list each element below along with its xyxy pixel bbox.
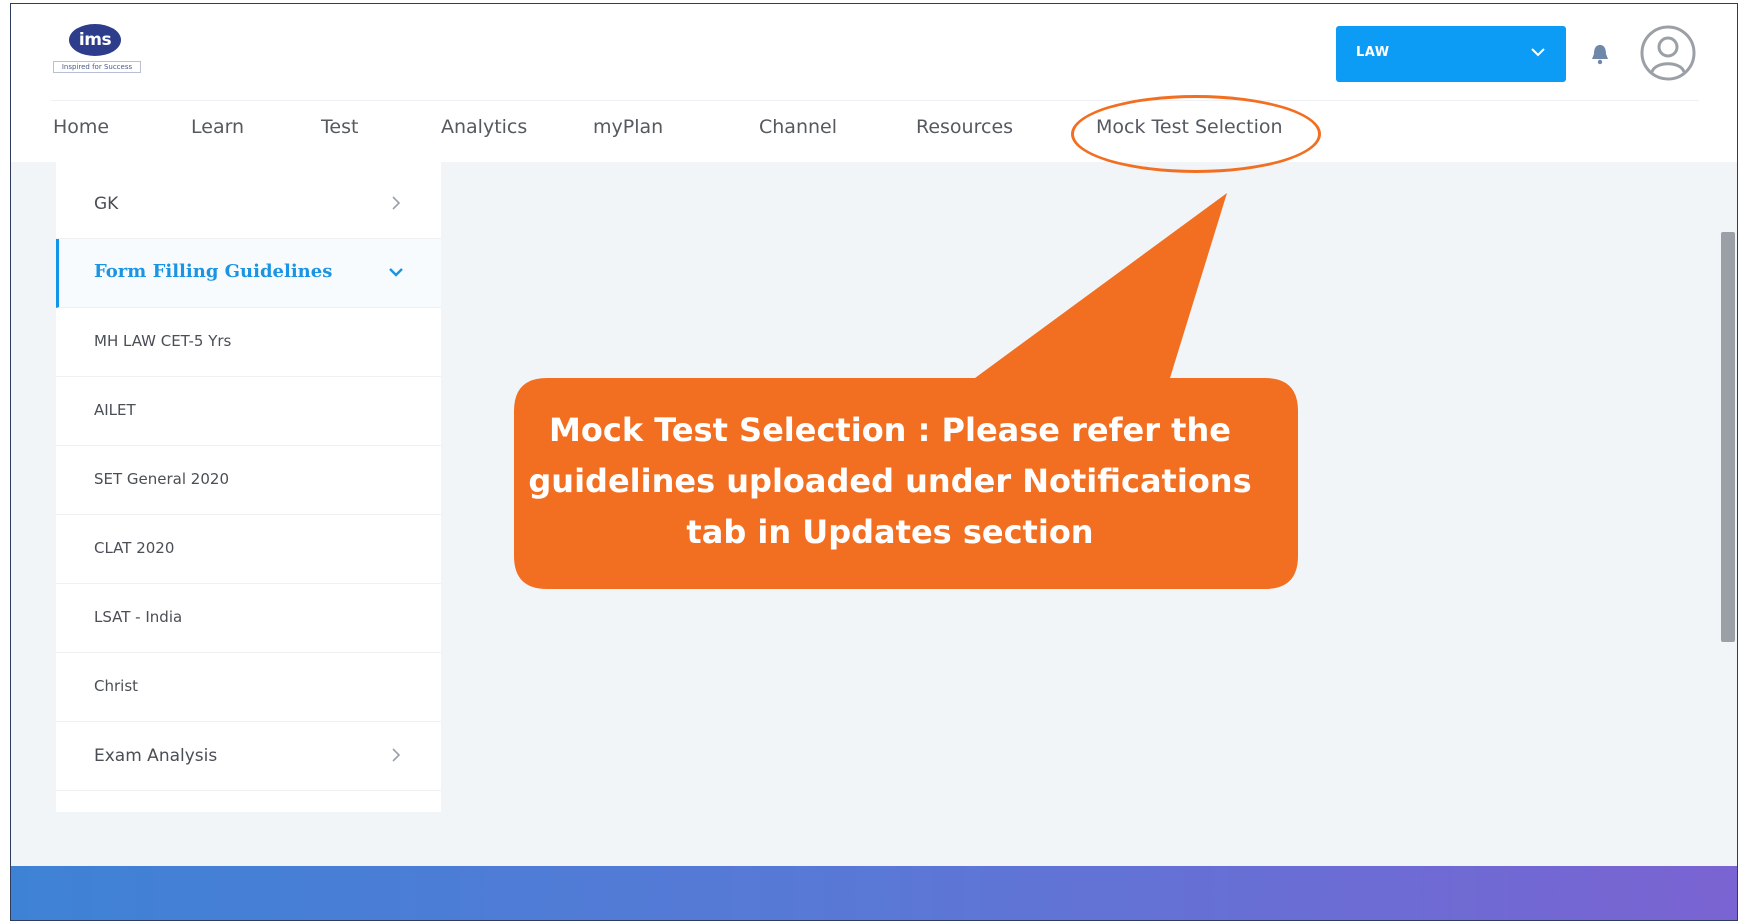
avatar[interactable] — [1639, 24, 1697, 82]
sidebar-item-label: CLAT 2020 — [94, 539, 175, 557]
sidebar-item-label: Exam Analysis — [94, 746, 218, 766]
chevron-down-icon — [1531, 48, 1545, 57]
nav-home[interactable]: Home — [53, 116, 109, 138]
chevron-right-icon — [392, 748, 401, 762]
sidebar-item-label: AILET — [94, 401, 136, 419]
ims-logo[interactable]: ims Inspired for Success — [53, 24, 141, 76]
bell-icon[interactable] — [1589, 42, 1611, 66]
logo-tagline: Inspired for Success — [53, 61, 141, 73]
nav-mock-test-selection[interactable]: Mock Test Selection — [1096, 116, 1283, 138]
logo-badge: ims — [69, 24, 121, 56]
sidebar-item-form-filling-guidelines[interactable]: Form Filling Guidelines — [56, 239, 441, 308]
sidebar-item-label: SET General 2020 — [94, 470, 229, 488]
nav-test[interactable]: Test — [321, 116, 358, 138]
footer-banner — [11, 866, 1737, 920]
user-icon — [1640, 25, 1696, 81]
scrollbar-thumb[interactable] — [1721, 232, 1735, 642]
chevron-right-icon — [392, 196, 401, 210]
scrollbar[interactable] — [1715, 162, 1737, 862]
nav-divider — [51, 100, 1699, 101]
nav-channel[interactable]: Channel — [759, 116, 837, 138]
sidebar-item-label: Christ — [94, 677, 139, 695]
sidebar-item-label: Form Filling Guidelines — [94, 261, 333, 282]
sidebar-item-ailet[interactable]: AILET — [56, 377, 441, 446]
course-select-value: LAW — [1356, 45, 1390, 60]
course-select[interactable]: LAW — [1336, 26, 1566, 82]
sidebar-item-clat[interactable]: CLAT 2020 — [56, 515, 441, 584]
nav-resources[interactable]: Resources — [916, 116, 1013, 138]
sidebar: GK Form Filling Guidelines MH LAW CET-5 … — [56, 162, 441, 812]
nav-analytics[interactable]: Analytics — [441, 116, 527, 138]
app-window: ims Inspired for Success LAW Home Learn … — [10, 3, 1738, 921]
sidebar-item-set-general[interactable]: SET General 2020 — [56, 446, 441, 515]
sidebar-item-mh-law-cet[interactable]: MH LAW CET-5 Yrs — [56, 308, 441, 377]
main-nav: Home Learn Test Analytics myPlan Channel… — [11, 116, 1737, 152]
sidebar-item-label: MH LAW CET-5 Yrs — [94, 332, 232, 350]
header: ims Inspired for Success LAW Home Learn … — [11, 4, 1737, 173]
sidebar-item-exam-analysis[interactable]: Exam Analysis — [56, 722, 441, 791]
sidebar-item-christ[interactable]: Christ — [56, 653, 441, 722]
sidebar-item-label: LSAT - India — [94, 608, 183, 626]
sidebar-cut-item — [56, 162, 441, 170]
sidebar-item-label: GK — [94, 194, 119, 214]
chevron-down-icon — [389, 268, 403, 277]
sidebar-item-lsat-india[interactable]: LSAT - India — [56, 584, 441, 653]
nav-learn[interactable]: Learn — [191, 116, 244, 138]
sidebar-item-gk[interactable]: GK — [56, 170, 441, 239]
nav-myplan[interactable]: myPlan — [593, 116, 663, 138]
